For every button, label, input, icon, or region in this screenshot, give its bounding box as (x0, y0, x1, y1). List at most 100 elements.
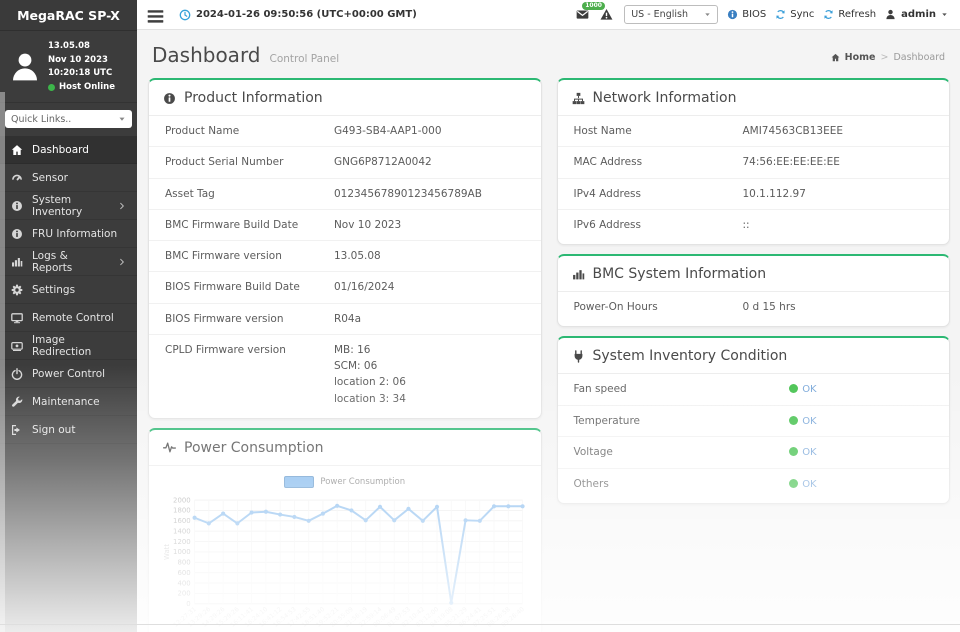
firmware-version: 13.05.08 (48, 40, 130, 54)
status-ok-dot (789, 479, 798, 488)
info-icon (11, 228, 23, 240)
svg-text:1400: 1400 (173, 527, 191, 535)
breadcrumb-home[interactable]: Home (845, 52, 876, 63)
row-label: BIOS Firmware version (165, 311, 334, 327)
topbar: 2024-01-26 09:50:56 (UTC+00:00 GMT) 1000… (137, 0, 960, 30)
sync-button[interactable]: Sync (775, 9, 814, 20)
language-select[interactable]: US - English (624, 5, 718, 24)
caret-down-icon (118, 115, 126, 123)
product-information-panel: Product Information Product NameG493-SB4… (148, 78, 542, 419)
svg-text:200: 200 (177, 590, 190, 598)
avatar (9, 51, 41, 83)
disc-icon (11, 340, 23, 352)
sidebar-item-power-control[interactable]: Power Control (0, 360, 137, 388)
warning-icon (600, 8, 613, 21)
quick-links-select[interactable]: Quick Links.. (5, 110, 132, 128)
breadcrumb: Home > Dashboard (831, 52, 945, 63)
panel-title: System Inventory Condition (558, 338, 950, 374)
row-value: MB: 16 SCM: 06 location 2: 06 location 3… (334, 342, 525, 407)
sidebar-item-image-redirection[interactable]: Image Redirection (0, 332, 137, 360)
row-label: Voltage (574, 444, 790, 461)
hamburger-menu-icon[interactable] (147, 8, 164, 21)
panel-title: Network Information (558, 80, 950, 116)
gear-icon (11, 284, 23, 296)
sidebar-item-label: Maintenance (32, 396, 100, 408)
alerts-button[interactable] (600, 8, 615, 21)
power-consumption-panel: Power Consumption Power Consumption 0200… (148, 428, 542, 632)
chart-legend[interactable]: Power Consumption (161, 476, 529, 488)
row-label: Temperature (574, 413, 790, 430)
table-row: BIOS Firmware versionR04a (149, 304, 541, 335)
sidebar-item-label: Remote Control (32, 312, 114, 324)
info-icon (727, 9, 738, 20)
legend-label: Power Consumption (320, 477, 405, 487)
row-label: IPv4 Address (574, 186, 743, 202)
table-row: OthersOK (558, 469, 950, 500)
row-value: GNG6P8712A0042 (334, 154, 525, 170)
row-label: BMC Firmware Build Date (165, 217, 334, 233)
sidebar-item-sign-out[interactable]: Sign out (0, 416, 137, 444)
main-area: 2024-01-26 09:50:56 (UTC+00:00 GMT) 1000… (137, 0, 960, 632)
breadcrumb-current: Dashboard (893, 52, 945, 63)
system-time: 2024-01-26 09:50:56 (UTC+00:00 GMT) (179, 9, 417, 21)
row-value: 01234567890123456789AB (334, 186, 525, 202)
panel-title: BMC System Information (558, 256, 950, 292)
hamburger-icon (147, 8, 164, 25)
page-subtitle: Control Panel (270, 53, 340, 65)
chevron-right-icon (118, 202, 126, 210)
sidebar-item-dashboard[interactable]: Dashboard (0, 136, 137, 164)
status-ok-dot (789, 447, 798, 456)
user-menu-button[interactable]: admin (885, 9, 948, 20)
datetime-text: 2024-01-26 09:50:56 (UTC+00:00 GMT) (196, 9, 417, 20)
caret-down-icon (704, 11, 711, 18)
refresh-button[interactable]: Refresh (823, 9, 876, 20)
status-ok-label: OK (802, 447, 816, 458)
sidebar-item-label: Sensor (32, 172, 68, 184)
info-icon (11, 200, 23, 212)
system-inventory-condition-panel: System Inventory Condition Fan speedOKTe… (557, 336, 951, 504)
row-value: Nov 10 2023 (334, 217, 525, 233)
svg-text:1800: 1800 (173, 507, 191, 515)
svg-text:2000: 2000 (173, 496, 191, 504)
wrench-icon (11, 396, 23, 408)
row-label: Product Name (165, 123, 334, 139)
home-icon (831, 53, 840, 62)
sidebar-item-settings[interactable]: Settings (0, 276, 137, 304)
table-row: Temperature OK (558, 406, 950, 438)
sidebar-item-sensor[interactable]: Sensor (0, 164, 137, 192)
svg-text:600: 600 (177, 569, 190, 577)
panel-title-text: BMC System Information (593, 266, 767, 282)
sidebar-item-remote-control[interactable]: Remote Control (0, 304, 137, 332)
brand-title: MegaRAC SP-X (0, 0, 137, 31)
table-row: Fan speedOK (558, 374, 950, 406)
row-label: BIOS Firmware Build Date (165, 279, 334, 295)
monitor-icon (11, 312, 23, 324)
row-label: Fan speed (574, 381, 790, 398)
table-row: Product NameG493-SB4-AAP1-000 (149, 116, 541, 147)
table-row: BMC Firmware Build DateNov 10 2023 (149, 210, 541, 241)
sync-icon (775, 9, 786, 20)
home-icon (11, 144, 23, 156)
sidebar-item-fru-information[interactable]: FRU Information (0, 220, 137, 248)
sidebar-item-maintenance[interactable]: Maintenance (0, 388, 137, 416)
sidebar-scrollbar[interactable] (0, 92, 5, 632)
sidebar-item-label: System Inventory (32, 194, 109, 218)
app-window: MegaRAC SP-X 13.05.08 Nov 10 2023 10:20:… (0, 0, 960, 632)
messages-button[interactable]: 1000 (576, 8, 591, 21)
sidebar-menu: Dashboard Sensor System InventoryFRU Infor… (0, 134, 137, 444)
panel-title: Product Information (149, 80, 541, 116)
pulse-icon (163, 441, 176, 454)
network-information-panel: Network Information Host NameAMI74563CB1… (557, 78, 951, 245)
network-icon (572, 92, 585, 105)
bios-button[interactable]: BIOS (727, 9, 766, 20)
table-row: Power-On Hours0 d 15 hrs (558, 292, 950, 322)
status-ok-label: OK (802, 416, 816, 427)
row-value: 0 d 15 hrs (742, 299, 933, 315)
sidebar-item-logs-reports[interactable]: Logs & Reports (0, 248, 137, 276)
sidebar-item-label: Logs & Reports (32, 250, 109, 274)
table-row: Asset Tag01234567890123456789AB (149, 179, 541, 210)
network-info-table: Host NameAMI74563CB13EEEMAC Address74:56… (558, 116, 950, 244)
sidebar-item-system-inventory[interactable]: System Inventory (0, 192, 137, 220)
gauge-icon (11, 172, 23, 184)
sidebar-item-label: Image Redirection (32, 334, 126, 358)
